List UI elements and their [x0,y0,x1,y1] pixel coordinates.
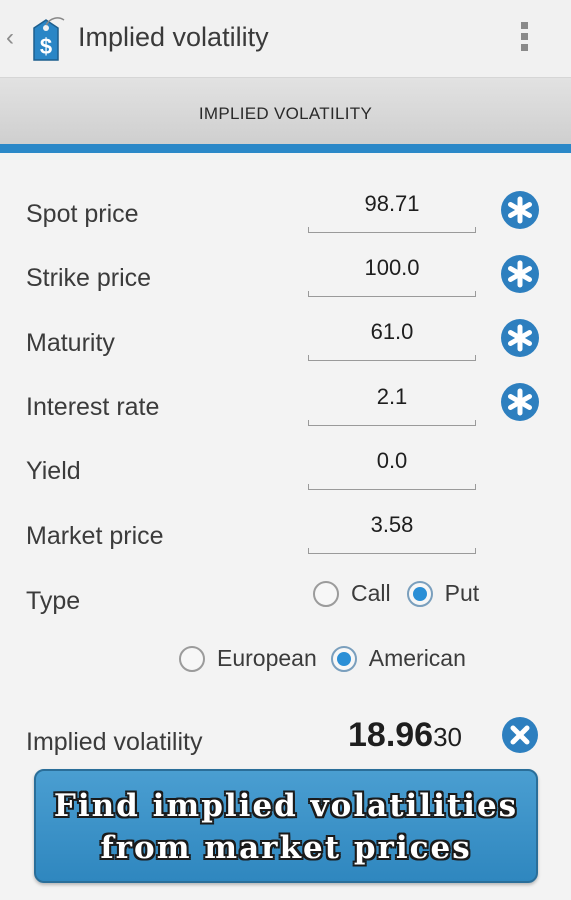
market-price-field[interactable]: 3.58 [308,512,476,554]
interest-rate-asterisk-button[interactable] [501,383,539,421]
clear-result-button[interactable] [502,717,538,753]
yield-field[interactable]: 0.0 [308,448,476,490]
interest-rate-value: 2.1 [376,384,408,409]
call-put-group: Call Put [313,580,479,607]
yield-label: Yield [26,457,81,485]
market-price-value: 3.58 [370,512,414,537]
banner-line-1: Find implied volatilities [53,788,519,824]
maturity-value: 61.0 [370,319,414,344]
maturity-field[interactable]: 61.0 [308,319,476,361]
european-radio[interactable] [179,645,205,672]
spot-price-value: 98.71 [364,191,420,216]
price-tag-dollar-icon[interactable]: $ [24,14,68,64]
banner-line-2: from market prices [100,830,472,866]
interest-rate-label: Interest rate [26,393,160,421]
result-value-main: 18.96 [348,716,434,754]
app-title: Implied volatility [78,22,269,52]
action-bar: ‹ $ Implied volatility [0,0,571,78]
spot-price-label: Spot price [26,200,139,228]
strike-price-label: Strike price [26,264,152,292]
maturity-label: Maturity [26,329,115,357]
implied-volatility-result: 18.9630 [348,716,462,755]
call-radio-label[interactable]: Call [351,580,391,607]
promo-banner[interactable]: Find implied volatilities from market pr… [34,769,538,883]
interest-rate-field[interactable]: 2.1 [308,384,476,426]
european-radio-label[interactable]: European [217,645,317,672]
yield-value: 0.0 [376,448,408,473]
result-value-tail: 30 [433,722,463,752]
american-radio-label[interactable]: American [369,645,466,672]
asterisk-icon [508,260,532,288]
implied-volatility-label: Implied volatility [26,728,203,756]
tab-indicator [0,144,571,153]
american-radio[interactable] [330,645,357,672]
put-radio[interactable] [406,580,433,607]
spot-price-asterisk-button[interactable] [501,191,539,229]
type-label: Type [26,587,81,615]
market-price-label: Market price [26,522,164,550]
asterisk-icon [508,324,532,352]
up-caret-icon[interactable]: ‹ [6,26,14,50]
put-radio-label[interactable]: Put [445,580,480,607]
spot-price-field[interactable]: 98.71 [308,191,476,233]
asterisk-icon [508,196,532,224]
strike-price-value: 100.0 [364,255,420,280]
strike-price-asterisk-button[interactable] [501,255,539,293]
asterisk-icon [508,388,532,416]
tab-bar: IMPLIED VOLATILITY [0,78,571,144]
exercise-style-group: European American [179,645,466,672]
overflow-menu-icon[interactable] [519,22,529,56]
maturity-asterisk-button[interactable] [501,319,539,357]
close-icon [510,725,530,745]
call-radio[interactable] [313,580,339,607]
strike-price-field[interactable]: 100.0 [308,255,476,297]
tab-implied-volatility[interactable]: IMPLIED VOLATILITY [0,104,571,124]
svg-text:$: $ [40,34,52,59]
